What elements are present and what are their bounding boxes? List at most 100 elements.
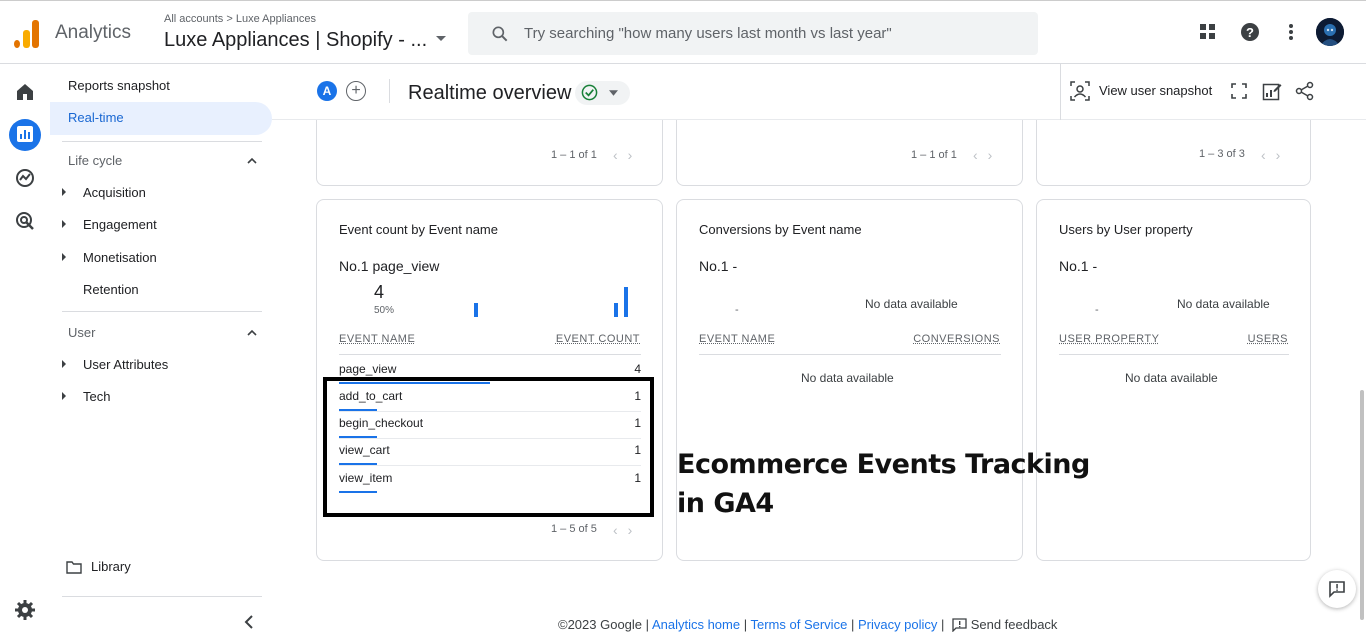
collapse-nav-chevron-icon[interactable] [243, 615, 255, 629]
placeholder-dash: - [735, 304, 739, 316]
search-icon [492, 26, 508, 42]
sparkline-bar [624, 287, 628, 317]
sparkline-bar [614, 303, 618, 317]
expand-arrow-icon[interactable] [62, 188, 66, 196]
pagination-arrows-icon[interactable]: ‹› [613, 522, 642, 538]
copyright: ©2023 Google | [558, 617, 650, 632]
search-input[interactable] [524, 22, 1004, 44]
account-avatar[interactable] [1316, 18, 1344, 46]
rank-label: No.1 [339, 258, 369, 274]
analytics-home-link[interactable]: Analytics home [652, 617, 740, 632]
top-event-name: page_view [372, 258, 440, 274]
scrollbar-thumb[interactable] [1360, 390, 1364, 620]
nav-section-lifecycle[interactable]: Life cycle [68, 153, 122, 168]
expand-arrow-icon[interactable] [62, 253, 66, 261]
highlight-box [323, 377, 654, 517]
expand-arrow-icon[interactable] [62, 392, 66, 400]
chevron-up-icon[interactable] [247, 156, 257, 166]
nav-engagement[interactable]: Engagement [83, 217, 157, 232]
search-bar[interactable] [468, 12, 1038, 55]
explore-icon[interactable] [14, 167, 36, 189]
reports-nav: Reports snapshot Real-time Life cycle Ac… [50, 64, 272, 642]
pagination-arrows-icon[interactable]: ‹› [973, 147, 1002, 163]
footer-separator: | [941, 617, 945, 632]
table-header-line [699, 354, 1001, 355]
edit-report-icon[interactable] [1262, 81, 1282, 101]
privacy-link[interactable]: Privacy policy [858, 617, 937, 632]
pagination-label: 1 – 1 of 1 [911, 149, 957, 161]
expand-arrow-icon[interactable] [62, 360, 66, 368]
apps-grid-icon[interactable] [1198, 22, 1218, 42]
divider [62, 141, 262, 142]
expand-arrow-icon[interactable] [62, 220, 66, 228]
placeholder-dash: - [1095, 304, 1099, 316]
divider [62, 596, 262, 597]
settings-gear-icon[interactable] [14, 599, 36, 621]
nav-tech[interactable]: Tech [83, 389, 110, 404]
card-title: Users by User property [1059, 222, 1193, 237]
terms-link[interactable]: Terms of Service [751, 617, 848, 632]
column-header-event-name[interactable]: EVENT NAME [699, 333, 775, 345]
view-user-snapshot-button[interactable]: View user snapshot [1099, 83, 1212, 98]
top-border [0, 0, 1366, 4]
user-snapshot-icon[interactable] [1070, 81, 1090, 101]
nav-retention[interactable]: Retention [83, 282, 139, 297]
comparison-avatar-a[interactable]: A [317, 81, 337, 101]
add-comparison-button[interactable]: + [346, 81, 366, 101]
brand-name[interactable]: Analytics [55, 22, 131, 44]
more-vert-icon[interactable] [1281, 22, 1301, 42]
nav-realtime[interactable]: Real-time [68, 110, 124, 125]
card-title: Event count by Event name [339, 222, 498, 237]
pagination-arrows-icon[interactable]: ‹› [1261, 147, 1290, 163]
advertising-icon[interactable] [14, 210, 36, 232]
nav-monetisation[interactable]: Monetisation [83, 250, 157, 265]
event-name: page_view [339, 362, 397, 376]
pagination-label: 1 – 3 of 3 [1199, 148, 1245, 160]
feedback-fab[interactable] [1318, 570, 1356, 608]
card-top-3: 1 – 3 of 3 ‹› [1036, 110, 1311, 186]
feedback-icon [1329, 581, 1345, 598]
page-title: Realtime overview [408, 82, 572, 104]
top-rank-label: No.1 - [1059, 258, 1098, 274]
reports-icon[interactable] [15, 124, 35, 144]
table-header-line [1059, 354, 1289, 355]
nav-user-attributes[interactable]: User Attributes [83, 357, 168, 372]
column-header-event-count[interactable]: EVENT COUNT [556, 333, 640, 345]
divider [389, 79, 390, 103]
nav-section-user[interactable]: User [68, 325, 95, 340]
nav-reports-snapshot[interactable]: Reports snapshot [68, 78, 170, 93]
event-count: 4 [634, 362, 641, 376]
column-header-users[interactable]: USERS [1248, 333, 1288, 345]
chevron-down-icon[interactable] [436, 36, 446, 41]
avatar-image-icon [1316, 18, 1344, 46]
nav-library[interactable]: Library [91, 559, 131, 574]
footer: ©2023 Google | Analytics home | Terms of… [558, 617, 1058, 633]
overlay-caption: Ecommerce Events Tracking in GA4 [677, 449, 1090, 519]
column-header-user-property[interactable]: USER PROPERTY [1059, 333, 1159, 345]
left-icon-rail [0, 64, 50, 642]
fullscreen-icon[interactable] [1231, 83, 1247, 99]
column-header-conversions[interactable]: CONVERSIONS [913, 333, 1000, 345]
help-icon[interactable]: ? [1240, 22, 1260, 42]
status-chip[interactable] [575, 81, 630, 105]
column-header-event-name[interactable]: EVENT NAME [339, 333, 415, 345]
divider [62, 311, 262, 312]
analytics-logo-icon[interactable] [14, 18, 40, 48]
home-icon[interactable] [14, 81, 36, 103]
chevron-up-icon[interactable] [247, 328, 257, 338]
send-feedback-link[interactable]: Send feedback [971, 617, 1058, 632]
feedback-icon[interactable] [952, 618, 967, 633]
no-data-message: No data available [1177, 297, 1270, 311]
top-event-percent: 50% [374, 305, 395, 316]
footer-separator: | [850, 617, 855, 632]
footer-separator: | [743, 617, 748, 632]
property-selector[interactable]: Luxe Appliances | Shopify - ... [164, 29, 427, 52]
nav-acquisition[interactable]: Acquisition [83, 185, 146, 200]
account-breadcrumb[interactable]: All accounts > Luxe Appliances [164, 13, 316, 25]
realtime-header: A + Realtime overview View user snapshot [272, 64, 1366, 120]
pagination-label: 1 – 1 of 1 [551, 149, 597, 161]
pagination-arrows-icon[interactable]: ‹› [613, 147, 642, 163]
share-icon[interactable] [1295, 81, 1315, 101]
check-circle-icon [581, 84, 598, 101]
chevron-down-icon [609, 90, 618, 96]
